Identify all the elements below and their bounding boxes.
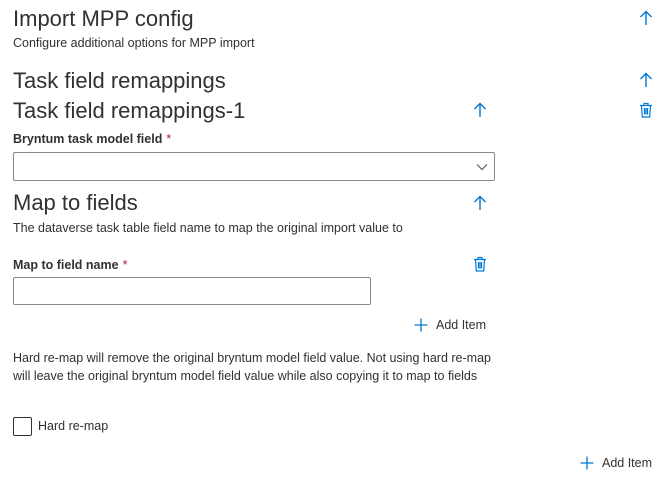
plus-icon <box>580 456 594 470</box>
collapse-map-to-fields-button[interactable] <box>470 193 490 213</box>
bryntum-task-model-field-dropdown[interactable] <box>13 152 495 181</box>
arrow-up-icon <box>640 10 652 25</box>
required-mark: * <box>166 132 172 146</box>
add-task-field-remapping-button[interactable]: Add Item <box>580 456 652 470</box>
map-to-fields-title: Map to fields <box>13 190 138 215</box>
hard-remap-label: Hard re-map <box>38 419 109 433</box>
collapse-task-field-remappings-button[interactable] <box>636 70 656 90</box>
chevron-down-icon <box>476 163 488 170</box>
arrow-up-icon <box>640 72 652 87</box>
collapse-remapping-item-button[interactable] <box>470 100 490 120</box>
page-title: Import MPP config <box>13 6 194 31</box>
hard-remap-description: Hard re-map will remove the original bry… <box>13 351 491 383</box>
task-field-remappings-title: Task field remappings <box>13 68 226 93</box>
remapping-item-title: Task field remappings-1 <box>13 98 246 123</box>
collapse-import-config-button[interactable] <box>636 8 656 28</box>
hard-remap-checkbox[interactable] <box>13 417 32 436</box>
map-to-field-name-input[interactable] <box>13 277 371 305</box>
arrow-up-icon <box>474 195 486 210</box>
arrow-up-icon <box>474 102 486 117</box>
trash-icon <box>474 256 486 272</box>
add-item-label: Add Item <box>436 318 487 332</box>
trash-icon <box>640 102 652 118</box>
plus-icon <box>414 318 428 332</box>
add-item-label: Add Item <box>602 456 653 470</box>
delete-remapping-item-button[interactable] <box>636 100 656 120</box>
bryntum-task-model-field-label: Bryntum task model field * <box>13 132 172 146</box>
required-mark: * <box>122 258 128 272</box>
map-to-field-name-label: Map to field name * <box>13 258 128 272</box>
page-subtitle: Configure additional options for MPP imp… <box>13 36 255 50</box>
map-to-fields-description: The dataverse task table field name to m… <box>13 221 403 235</box>
add-map-to-field-button[interactable]: Add Item <box>414 318 486 332</box>
delete-map-to-field-button[interactable] <box>470 254 490 274</box>
